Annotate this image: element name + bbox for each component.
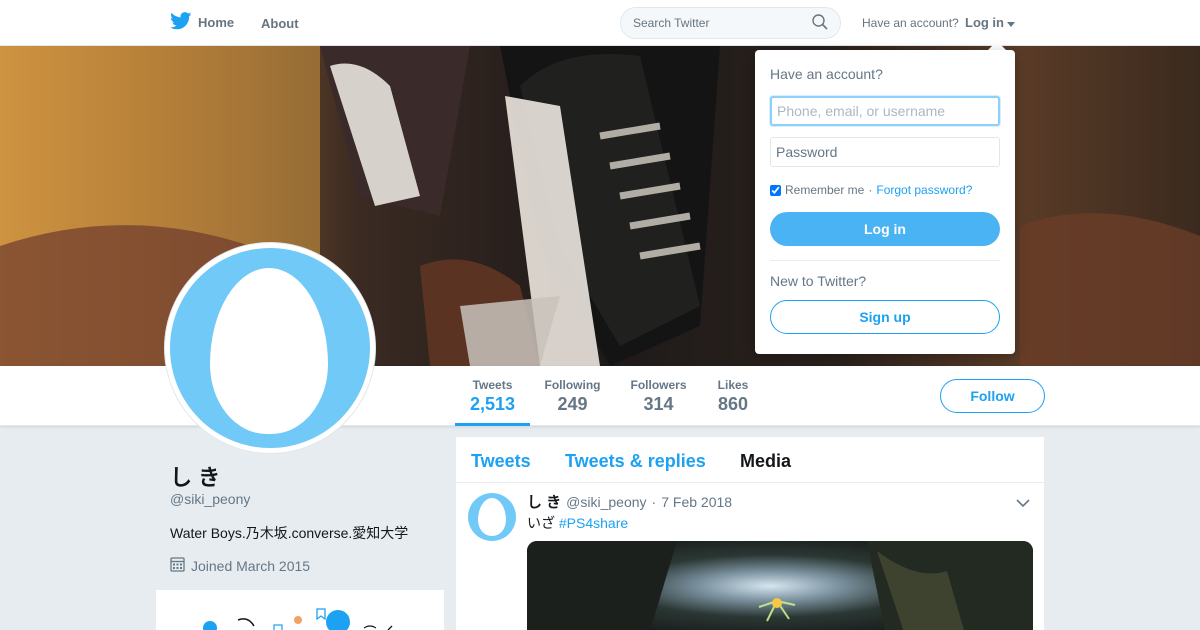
remember-me-label[interactable]: Remember me	[785, 183, 864, 197]
top-navigation-bar: Home About Search Twitter Have an accoun…	[0, 0, 1200, 46]
tweet-avatar[interactable]	[468, 493, 516, 541]
login-heading: Have an account?	[770, 66, 883, 82]
default-egg-avatar	[170, 248, 370, 448]
tweet-header: し き @siki_peony · 7 Feb 2018	[527, 491, 732, 512]
signup-button[interactable]: Sign up	[770, 300, 1000, 334]
joined-date: Joined March 2015	[191, 557, 311, 574]
tweet-hashtag[interactable]: #PS4share	[559, 515, 628, 531]
nav-about-link[interactable]: About	[261, 16, 299, 31]
stat-value: 314	[643, 394, 674, 414]
stat-value: 2,513	[469, 394, 516, 414]
search-placeholder: Search Twitter	[633, 16, 710, 30]
tweet-date[interactable]: 7 Feb 2018	[661, 494, 732, 510]
login-dropdown: Have an account? Remember me · Forgot pa…	[755, 50, 1015, 354]
timeline: Tweets Tweets & replies Media し き @siki_…	[456, 437, 1044, 630]
login-button[interactable]: Log in	[770, 212, 1000, 246]
tweet-text: いざ #PS4share	[527, 513, 628, 533]
tweet-media-graphic	[527, 541, 1033, 630]
stat-tweets[interactable]: Tweets 2,513	[455, 378, 530, 415]
sidebar-card	[156, 590, 444, 630]
tweet-author-name[interactable]: し き	[527, 491, 561, 512]
dropdown-caret	[988, 41, 1006, 50]
egg-icon	[210, 268, 328, 434]
search-input[interactable]: Search Twitter	[620, 7, 841, 39]
calendar-icon	[170, 556, 185, 575]
login-dropdown-toggle[interactable]: Log in	[965, 15, 1015, 30]
tab-tweets[interactable]: Tweets	[471, 451, 531, 472]
profile-avatar[interactable]	[165, 243, 375, 453]
stat-following[interactable]: Following 249	[540, 378, 605, 415]
tweet-body: いざ	[527, 515, 555, 531]
stat-label: Tweets	[472, 378, 513, 392]
profile-name[interactable]: し き	[170, 460, 220, 492]
stat-followers[interactable]: Followers 314	[625, 378, 692, 415]
remember-me-row: Remember me · Forgot password?	[770, 183, 972, 197]
remember-me-checkbox[interactable]	[770, 184, 781, 196]
follow-button[interactable]: Follow	[940, 379, 1045, 413]
forgot-password-link[interactable]: Forgot password?	[876, 183, 972, 197]
stat-value: 249	[557, 394, 588, 414]
tweet-media-image[interactable]	[527, 541, 1033, 630]
stat-label: Following	[544, 378, 601, 392]
remember-separator: ·	[868, 183, 873, 197]
password-field[interactable]	[770, 137, 1000, 167]
nav-home-link[interactable]: Home	[170, 12, 234, 33]
tweet-author-handle[interactable]: @siki_peony	[566, 494, 646, 510]
have-account-text: Have an account?	[862, 16, 959, 30]
profile-bio: Water Boys.乃木坂.converse.愛知大学	[170, 525, 409, 541]
new-to-twitter-text: New to Twitter?	[770, 273, 867, 289]
active-stat-indicator	[455, 423, 530, 426]
stat-likes[interactable]: Likes 860	[712, 378, 754, 415]
twitter-bird-icon	[170, 12, 192, 33]
login-link-label: Log in	[965, 15, 1004, 30]
chevron-down-icon[interactable]	[1016, 495, 1030, 513]
timeline-tabs: Tweets Tweets & replies Media	[456, 437, 1044, 483]
caret-down-icon	[1007, 15, 1015, 30]
search-icon[interactable]	[812, 13, 828, 33]
stat-label: Likes	[717, 378, 749, 392]
stat-value: 860	[717, 394, 749, 414]
tab-media[interactable]: Media	[740, 451, 791, 472]
tweet[interactable]: し き @siki_peony · 7 Feb 2018 いざ #PS4shar…	[456, 483, 1044, 630]
tweet-separator: ·	[651, 494, 657, 510]
tab-tweets-and-replies[interactable]: Tweets & replies	[565, 451, 706, 472]
dropdown-divider	[770, 260, 1000, 261]
nav-home-label: Home	[198, 15, 235, 30]
card-illustration	[203, 608, 393, 630]
egg-icon	[478, 498, 506, 536]
stat-label: Followers	[630, 378, 687, 392]
profile-handle[interactable]: @siki_peony	[170, 491, 250, 507]
username-field[interactable]	[770, 96, 1000, 126]
profile-joined: Joined March 2015	[170, 556, 310, 575]
